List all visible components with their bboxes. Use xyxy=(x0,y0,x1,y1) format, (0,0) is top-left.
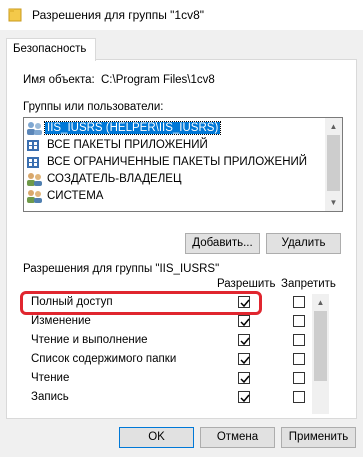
check-icon xyxy=(240,337,250,346)
scroll-up-icon[interactable]: ▲ xyxy=(325,118,342,135)
allow-checkbox[interactable] xyxy=(238,391,250,403)
permission-name: Изменение xyxy=(31,315,91,327)
list-item[interactable]: СИСТЕМА xyxy=(25,188,325,205)
users-icon xyxy=(27,122,42,135)
list-item[interactable]: ВСЕ ОГРАНИЧЕННЫЕ ПАКЕТЫ ПРИЛОЖЕНИЙ xyxy=(25,154,325,171)
deny-checkbox[interactable] xyxy=(293,391,305,403)
permission-name: Список содержимого папки xyxy=(31,353,177,365)
column-deny: Запретить xyxy=(281,278,336,290)
tab-security[interactable]: Безопасность xyxy=(6,38,96,61)
groups-listbox[interactable]: IIS_IUSRS (HELPER\IIS_IUSRS) ВСЕ ПАКЕТЫ … xyxy=(23,117,343,212)
deny-checkbox[interactable] xyxy=(293,372,305,384)
users-icon xyxy=(27,173,42,186)
column-allow: Разрешить xyxy=(217,278,276,290)
window-title: Разрешения для группы "1cv8" xyxy=(32,8,205,22)
permission-name: Запись xyxy=(31,391,69,403)
list-item[interactable]: СОЗДАТЕЛЬ-ВЛАДЕЛЕЦ xyxy=(25,171,325,188)
object-name-value: C:\Program Files\1cv8 xyxy=(101,74,215,86)
list-item-label: ВСЕ ПАКЕТЫ ПРИЛОЖЕНИЙ xyxy=(47,139,208,151)
ok-button[interactable]: OK xyxy=(119,427,194,448)
list-item-label: СИСТЕМА xyxy=(47,190,104,202)
package-icon xyxy=(27,157,39,168)
list-item-label: ВСЕ ОГРАНИЧЕННЫЕ ПАКЕТЫ ПРИЛОЖЕНИЙ xyxy=(47,156,308,168)
deny-checkbox[interactable] xyxy=(293,315,305,327)
permissions-label: Разрешения для группы "IIS_IUSRS" xyxy=(23,263,220,275)
cancel-button[interactable]: Отмена xyxy=(200,427,275,448)
deny-checkbox[interactable] xyxy=(293,353,305,365)
allow-checkbox[interactable] xyxy=(238,315,250,327)
permission-name: Чтение и выполнение xyxy=(31,334,148,346)
table-row: Запись xyxy=(23,389,341,407)
table-row: Список содержимого папки xyxy=(23,351,341,369)
list-item[interactable]: ВСЕ ПАКЕТЫ ПРИЛОЖЕНИЙ xyxy=(25,137,325,154)
scroll-up-icon[interactable]: ▲ xyxy=(312,294,329,311)
allow-checkbox[interactable] xyxy=(238,372,250,384)
check-icon xyxy=(240,394,250,403)
apply-button[interactable]: Применить xyxy=(281,427,356,448)
permission-name: Чтение xyxy=(31,372,70,384)
table-row: Изменение xyxy=(23,313,341,331)
users-icon xyxy=(27,190,42,203)
table-row: Чтение xyxy=(23,370,341,388)
package-icon xyxy=(27,140,39,151)
permissions-scrollbar[interactable]: ▲ xyxy=(312,294,329,414)
deny-checkbox[interactable] xyxy=(293,334,305,346)
check-icon xyxy=(240,356,250,365)
highlight-annotation xyxy=(20,291,262,315)
list-item[interactable]: IIS_IUSRS (HELPER\IIS_IUSRS) xyxy=(25,120,325,137)
check-icon xyxy=(240,375,250,384)
list-item-label: IIS_IUSRS (HELPER\IIS_IUSRS) xyxy=(43,121,222,135)
check-icon xyxy=(240,318,250,327)
table-row: Чтение и выполнение xyxy=(23,332,341,350)
scroll-down-icon[interactable]: ▼ xyxy=(325,194,342,211)
remove-button[interactable]: Удалить xyxy=(266,233,341,254)
object-name-label: Имя объекта: xyxy=(23,74,95,86)
tab-security-label: Безопасность xyxy=(13,43,87,55)
list-item-label: СОЗДАТЕЛЬ-ВЛАДЕЛЕЦ xyxy=(47,173,182,185)
scroll-thumb[interactable] xyxy=(327,135,340,191)
allow-checkbox[interactable] xyxy=(238,334,250,346)
groups-label: Группы или пользователи: xyxy=(23,101,164,113)
add-button[interactable]: Добавить... xyxy=(185,233,260,254)
folder-icon xyxy=(8,8,22,22)
allow-checkbox[interactable] xyxy=(238,353,250,365)
scroll-thumb[interactable] xyxy=(314,311,327,381)
deny-checkbox[interactable] xyxy=(293,296,305,308)
groups-scrollbar[interactable]: ▲ ▼ xyxy=(325,118,342,211)
title-bar: Разрешения для группы "1cv8" xyxy=(0,0,363,30)
